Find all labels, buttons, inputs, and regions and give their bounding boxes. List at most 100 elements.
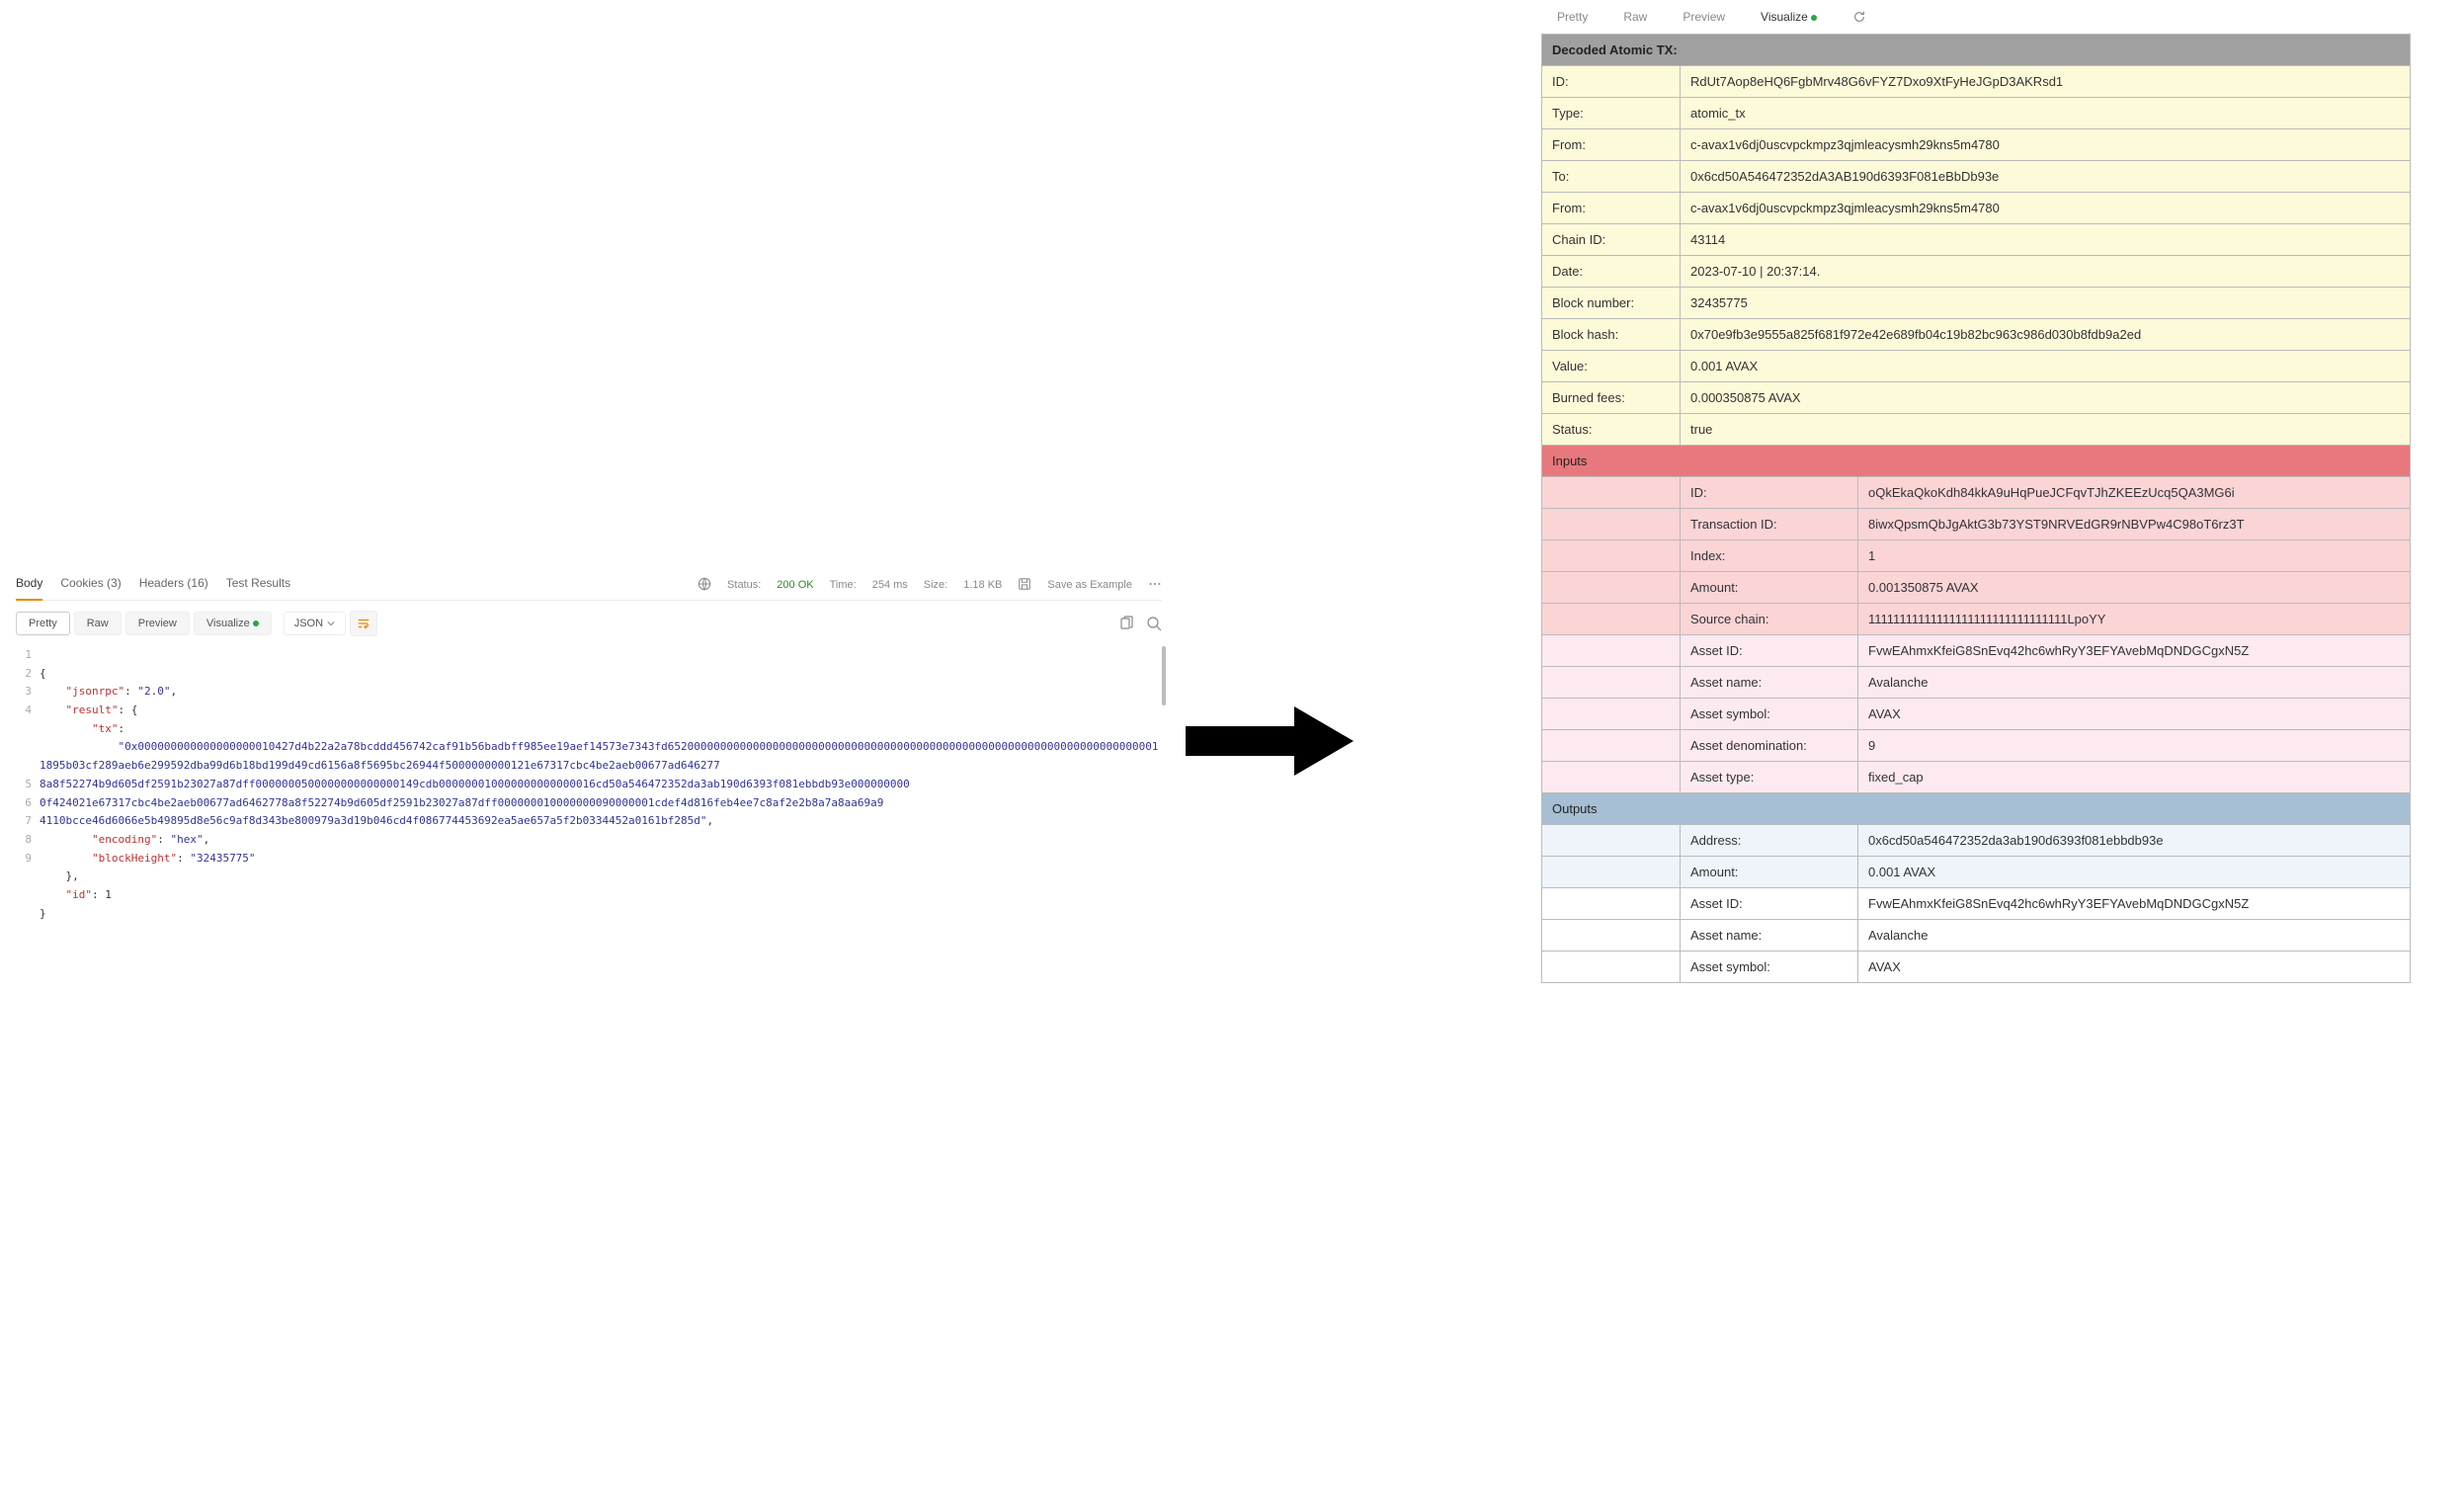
row-label: Asset ID: bbox=[1681, 635, 1858, 667]
row-value: 0x6cd50A546472352dA3AB190d6393F081eBbDb9… bbox=[1681, 161, 2411, 193]
body-type-dropdown[interactable]: JSON bbox=[284, 612, 346, 635]
tab-body[interactable]: Body bbox=[16, 576, 42, 601]
row-label: Source chain: bbox=[1681, 604, 1858, 635]
row-value: c-avax1v6dj0uscvpckmpz3qjmleacysmh29kns5… bbox=[1681, 129, 2411, 161]
row-label: Type: bbox=[1542, 98, 1681, 129]
table-row: Burned fees:0.000350875 AVAX bbox=[1542, 382, 2411, 414]
wrap-icon bbox=[357, 617, 370, 630]
arrow-icon bbox=[1186, 702, 1354, 781]
blank-cell bbox=[1542, 888, 1681, 920]
row-label: Asset name: bbox=[1681, 920, 1858, 952]
row-value: FvwEAhmxKfeiG8SnEvq42hc6whRyY3EFYAvebMqD… bbox=[1858, 635, 2411, 667]
outputs-header: Outputs bbox=[1542, 793, 2411, 825]
row-label: Asset denomination: bbox=[1681, 730, 1858, 762]
table-row: Asset type:fixed_cap bbox=[1542, 762, 2411, 793]
table-row: Source chain:111111111111111111111111111… bbox=[1542, 604, 2411, 635]
table-row: Type:atomic_tx bbox=[1542, 98, 2411, 129]
blank-cell bbox=[1542, 572, 1681, 604]
row-value: Avalanche bbox=[1858, 920, 2411, 952]
subtab-pretty[interactable]: Pretty bbox=[16, 612, 70, 635]
table-row: Asset symbol:AVAX bbox=[1542, 699, 2411, 730]
table-row: Amount:0.001 AVAX bbox=[1542, 857, 2411, 888]
row-label: Status: bbox=[1542, 414, 1681, 446]
row-value: 43114 bbox=[1681, 224, 2411, 256]
row-value: oQkEkaQkoKdh84kkA9uHqPueJCFqvTJhZKEEzUcq… bbox=[1858, 477, 2411, 509]
tab-cookies[interactable]: Cookies (3) bbox=[60, 576, 121, 594]
vtab-pretty[interactable]: Pretty bbox=[1549, 6, 1596, 28]
row-label: Block number: bbox=[1542, 288, 1681, 319]
vtab-visualize[interactable]: Visualize bbox=[1753, 6, 1825, 28]
table-row: Status:true bbox=[1542, 414, 2411, 446]
table-row: Block number:32435775 bbox=[1542, 288, 2411, 319]
table-row: Transaction ID:8iwxQpsmQbJgAktG3b73YST9N… bbox=[1542, 509, 2411, 540]
row-value: 0.001350875 AVAX bbox=[1858, 572, 2411, 604]
row-label: Chain ID: bbox=[1542, 224, 1681, 256]
copy-icon[interactable] bbox=[1118, 616, 1134, 631]
blank-cell bbox=[1542, 920, 1681, 952]
row-value: RdUt7Aop8eHQ6FgbMrv48G6vFYZ7Dxo9XtFyHeJG… bbox=[1681, 66, 2411, 98]
row-label: Asset ID: bbox=[1681, 888, 1858, 920]
row-label: Value: bbox=[1542, 351, 1681, 382]
response-tabs: Body Cookies (3) Headers (16) Test Resul… bbox=[16, 576, 290, 594]
row-label: Index: bbox=[1681, 540, 1858, 572]
row-label: Burned fees: bbox=[1542, 382, 1681, 414]
row-label: Asset symbol: bbox=[1681, 952, 1858, 983]
json-code: { "jsonrpc": "2.0", "result": { "tx": "0… bbox=[40, 646, 1162, 923]
subtab-raw[interactable]: Raw bbox=[74, 612, 122, 635]
visualize-dot bbox=[1811, 15, 1817, 21]
table-row: Value:0.001 AVAX bbox=[1542, 351, 2411, 382]
row-label: Date: bbox=[1542, 256, 1681, 288]
body-toolbar-right bbox=[1118, 616, 1162, 631]
row-value: atomic_tx bbox=[1681, 98, 2411, 129]
save-as-example[interactable]: Save as Example bbox=[1047, 579, 1132, 591]
blank-cell bbox=[1542, 730, 1681, 762]
size-value: 1.18 KB bbox=[963, 579, 1002, 591]
blank-cell bbox=[1542, 635, 1681, 667]
row-value: 1 bbox=[1858, 540, 2411, 572]
row-value: AVAX bbox=[1858, 952, 2411, 983]
table-row: Asset symbol:AVAX bbox=[1542, 952, 2411, 983]
subtab-preview[interactable]: Preview bbox=[125, 612, 190, 635]
save-icon[interactable] bbox=[1018, 577, 1031, 594]
response-panel: Body Cookies (3) Headers (16) Test Resul… bbox=[16, 576, 1162, 923]
table-row: Block hash:0x70e9fb3e9555a825f681f972e42… bbox=[1542, 319, 2411, 351]
subtab-visualize[interactable]: Visualize bbox=[194, 612, 272, 635]
table-row: From:c-avax1v6dj0uscvpckmpz3qjmleacysmh2… bbox=[1542, 129, 2411, 161]
table-row: Address:0x6cd50a546472352da3ab190d6393f0… bbox=[1542, 825, 2411, 857]
scrollbar-thumb[interactable] bbox=[1162, 646, 1166, 705]
blank-cell bbox=[1542, 699, 1681, 730]
row-label: Asset name: bbox=[1681, 667, 1858, 699]
row-value: 0.001 AVAX bbox=[1858, 857, 2411, 888]
table-row: Amount:0.001350875 AVAX bbox=[1542, 572, 2411, 604]
blank-cell bbox=[1542, 509, 1681, 540]
vtab-raw[interactable]: Raw bbox=[1615, 6, 1655, 28]
blank-cell bbox=[1542, 540, 1681, 572]
tab-headers[interactable]: Headers (16) bbox=[139, 576, 208, 594]
body-view-tabs: Pretty Raw Preview Visualize JSON bbox=[16, 611, 1162, 636]
json-body-viewer[interactable]: 1234 56789 { "jsonrpc": "2.0", "result":… bbox=[16, 646, 1162, 923]
wrap-lines-button[interactable] bbox=[350, 611, 377, 636]
tab-test-results[interactable]: Test Results bbox=[226, 576, 290, 594]
time-value: 254 ms bbox=[872, 579, 908, 591]
inputs-header: Inputs bbox=[1542, 446, 2411, 477]
row-label: To: bbox=[1542, 161, 1681, 193]
table-row: From:c-avax1v6dj0uscvpckmpz3qjmleacysmh2… bbox=[1542, 193, 2411, 224]
vtab-preview[interactable]: Preview bbox=[1675, 6, 1733, 28]
globe-icon[interactable] bbox=[698, 577, 711, 594]
row-value: Avalanche bbox=[1858, 667, 2411, 699]
table-row: Asset denomination:9 bbox=[1542, 730, 2411, 762]
blank-cell bbox=[1542, 857, 1681, 888]
row-value: 11111111111111111111111111111111LpoYY bbox=[1858, 604, 2411, 635]
table-row: ID:RdUt7Aop8eHQ6FgbMrv48G6vFYZ7Dxo9XtFyH… bbox=[1542, 66, 2411, 98]
more-icon[interactable] bbox=[1148, 577, 1162, 594]
blank-cell bbox=[1542, 952, 1681, 983]
table-row: Asset ID:FvwEAhmxKfeiG8SnEvq42hc6whRyY3E… bbox=[1542, 888, 2411, 920]
row-value: 32435775 bbox=[1681, 288, 2411, 319]
visualize-indicator-dot bbox=[253, 621, 259, 626]
row-label: Asset symbol: bbox=[1681, 699, 1858, 730]
response-status-bar: Status: 200 OK Time: 254 ms Size: 1.18 K… bbox=[698, 577, 1162, 594]
search-icon[interactable] bbox=[1146, 616, 1162, 631]
size-label: Size: bbox=[924, 579, 947, 591]
reload-icon[interactable] bbox=[1845, 10, 1866, 24]
row-value: 8iwxQpsmQbJgAktG3b73YST9NRVEdGR9rNBVPw4C… bbox=[1858, 509, 2411, 540]
